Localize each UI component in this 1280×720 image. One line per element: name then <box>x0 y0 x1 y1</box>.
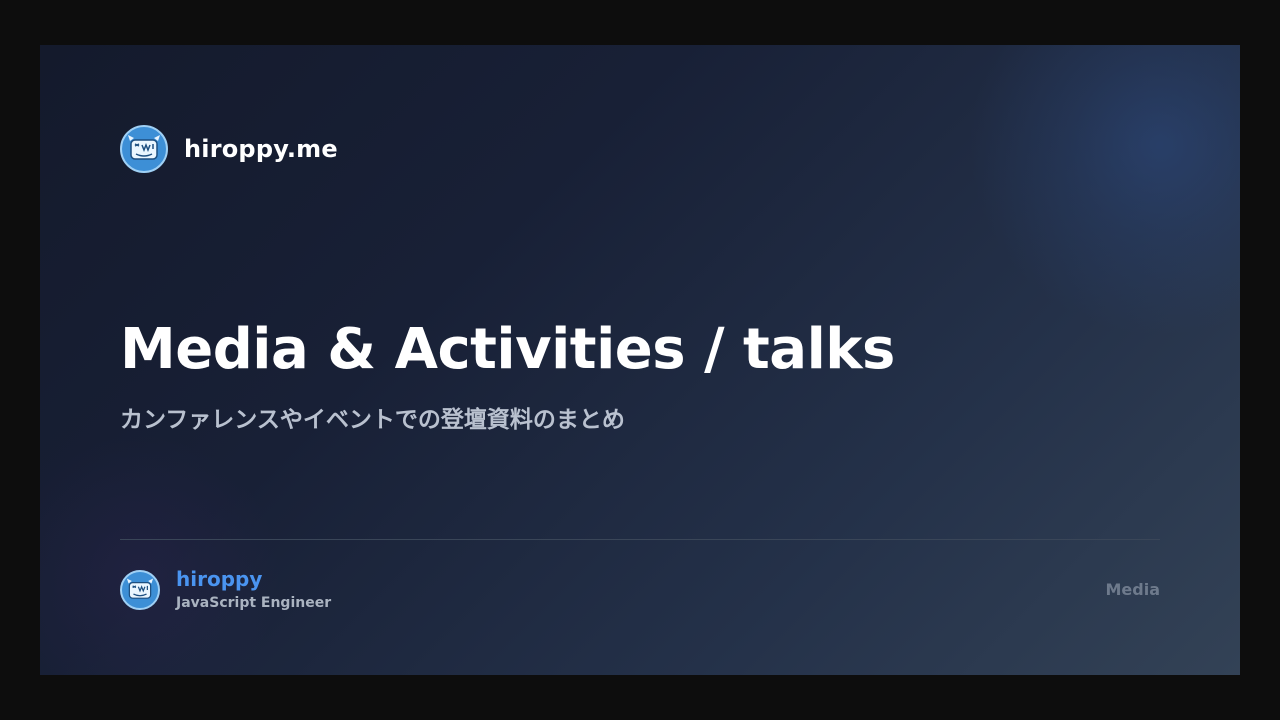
og-card: hiroppy.me Media & Activities / talks カン… <box>40 45 1240 675</box>
page-title: Media & Activities / talks <box>120 317 895 382</box>
divider <box>120 539 1160 540</box>
category-label: Media <box>1105 580 1160 599</box>
brand[interactable]: hiroppy.me <box>120 125 338 173</box>
author-name: hiroppy <box>176 567 263 591</box>
page-subtitle: カンファレンスやイベントでの登壇資料のまとめ <box>120 407 625 433</box>
author-role: JavaScript Engineer <box>176 595 332 611</box>
author-text: hiroppy JavaScript Engineer <box>176 567 331 613</box>
author-block: hiroppy JavaScript Engineer <box>120 567 331 613</box>
avatar-face-icon <box>120 125 168 173</box>
brand-name[interactable]: hiroppy.me <box>184 135 338 163</box>
avatar-face-icon <box>120 570 160 610</box>
